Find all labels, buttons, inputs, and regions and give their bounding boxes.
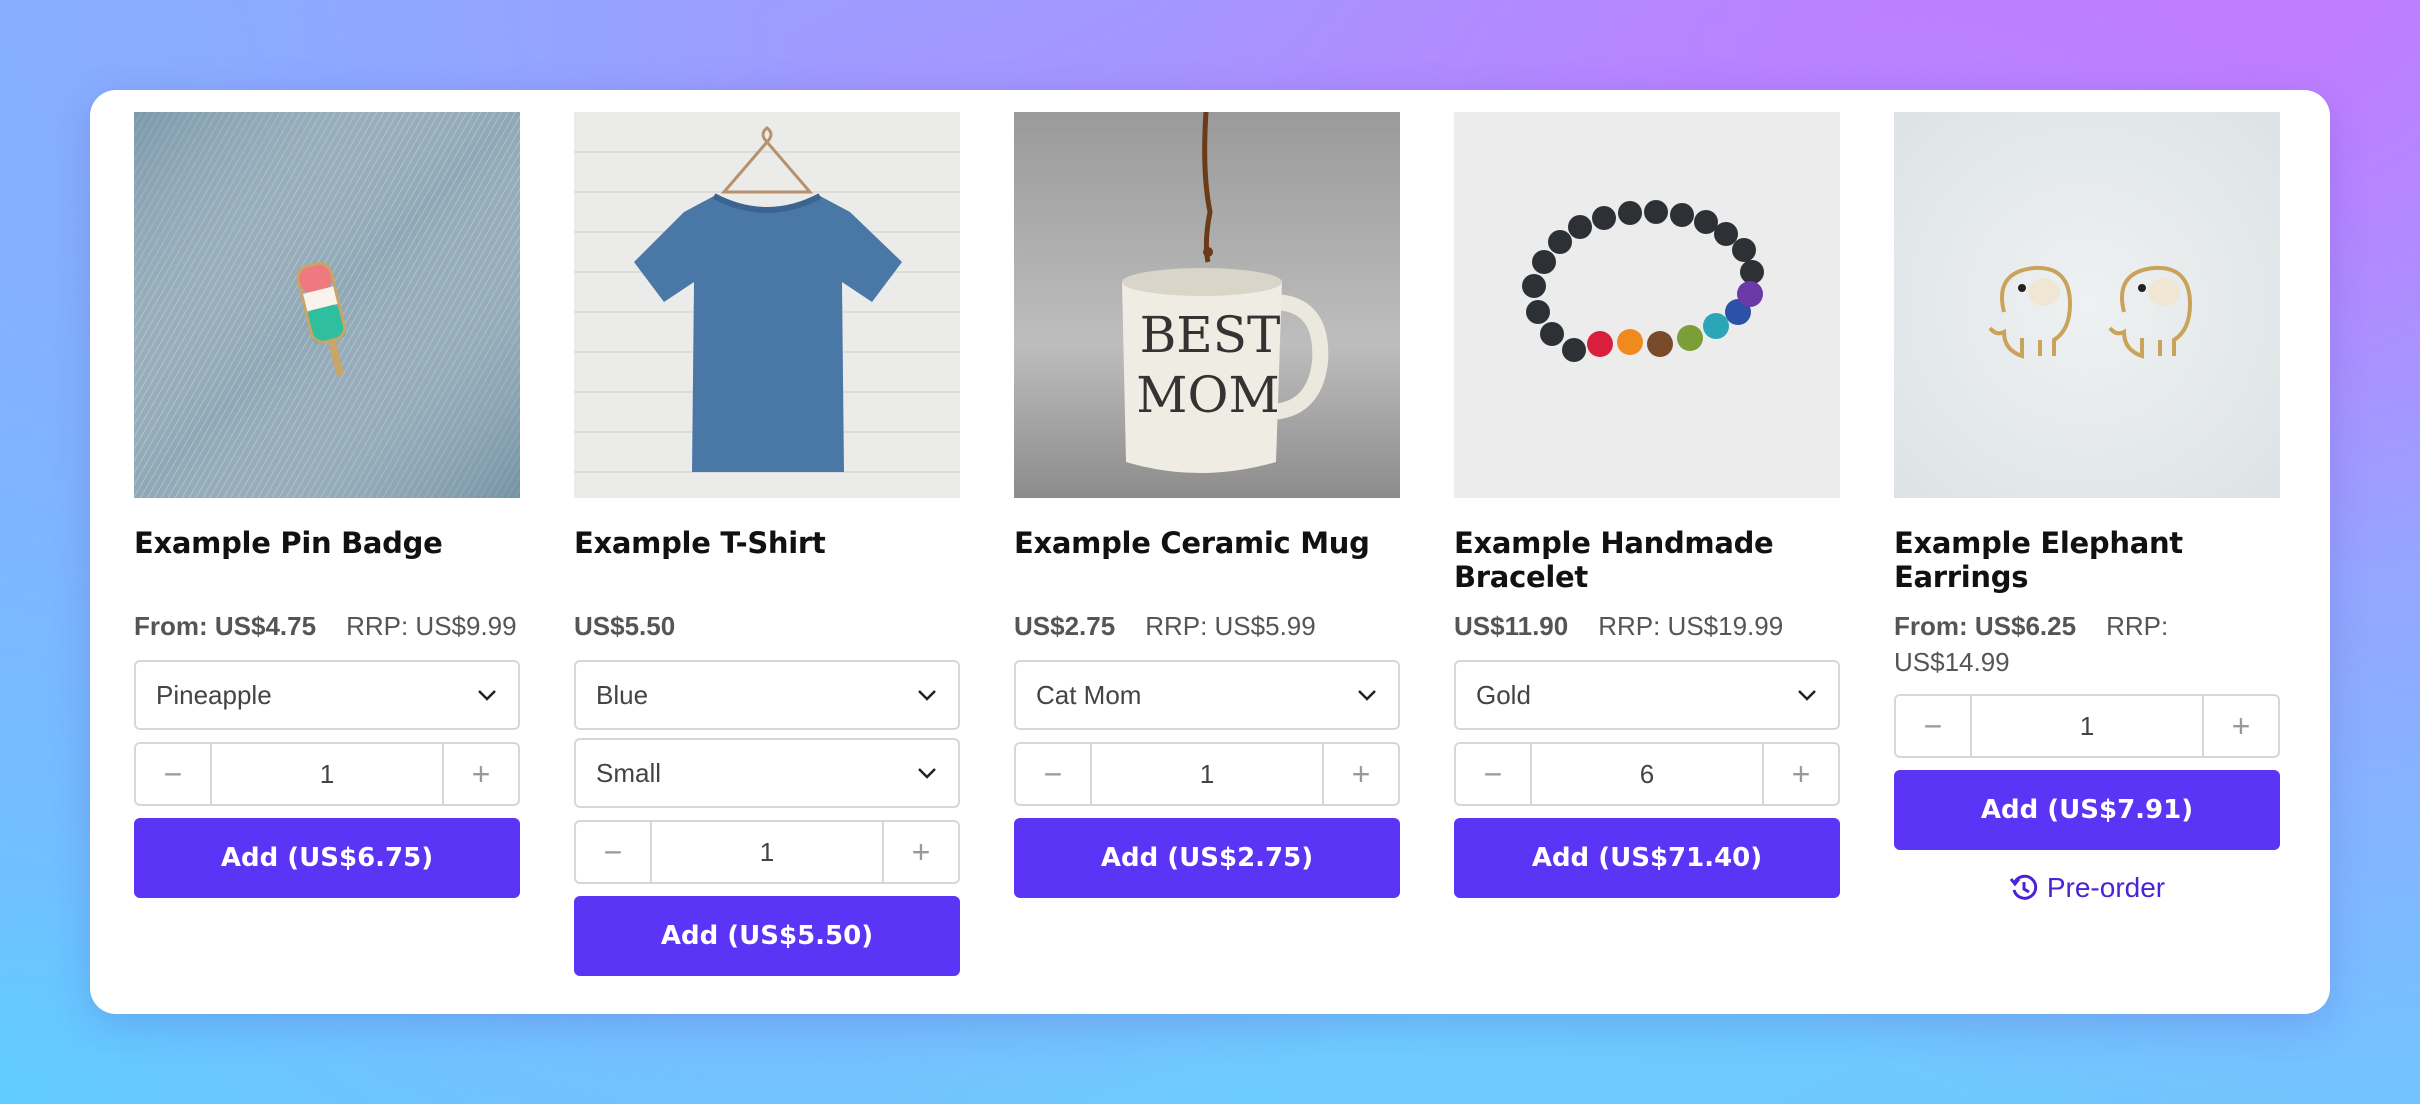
- product-card-ceramic-mug: BEST MOM Example Ceramic Mug US$2.75 RRP:…: [1014, 112, 1400, 898]
- price-row: From: US$6.25 RRP: US$14.99: [1894, 608, 2280, 680]
- mug-print-text: BEST: [1140, 306, 1281, 364]
- chevron-down-icon: [1798, 690, 1816, 701]
- variant-select[interactable]: Cat Mom: [1014, 660, 1400, 730]
- product-title[interactable]: Example Pin Badge: [134, 526, 520, 594]
- variant-select-value: Pineapple: [156, 679, 272, 710]
- product-rrp: RRP: US$9.99: [346, 611, 517, 641]
- variant-select-value: Cat Mom: [1036, 679, 1142, 710]
- increase-quantity-button[interactable]: +: [1324, 744, 1398, 804]
- product-card-handmade-bracelet: Example Handmade Bracelet US$11.90 RRP: U…: [1454, 112, 1840, 898]
- pre-order-label: Pre-order: [2046, 872, 2166, 903]
- add-to-cart-button[interactable]: Add (US$71.40): [1454, 818, 1840, 898]
- color-select-value: Blue: [596, 679, 649, 710]
- history-clock-icon: [2009, 874, 2038, 900]
- decrease-quantity-button[interactable]: −: [1896, 696, 1970, 756]
- product-card-t-shirt: Example T-Shirt US$5.50 Blue Small − 1 +…: [574, 112, 960, 976]
- quantity-input[interactable]: 6: [1530, 744, 1764, 804]
- variant-select-value: Gold: [1476, 679, 1531, 710]
- chevron-down-icon: [478, 690, 496, 701]
- product-image-elephant-earrings[interactable]: [1894, 112, 2280, 498]
- size-select-value: Small: [596, 757, 662, 788]
- chevron-down-icon: [1358, 690, 1376, 701]
- product-title[interactable]: Example Ceramic Mug: [1014, 526, 1400, 594]
- chevron-down-icon: [918, 690, 936, 701]
- quantity-input[interactable]: 1: [650, 822, 884, 882]
- product-image-ceramic-mug[interactable]: BEST MOM: [1014, 112, 1400, 498]
- quantity-input[interactable]: 1: [1090, 744, 1324, 804]
- add-to-cart-button[interactable]: Add (US$5.50): [574, 896, 960, 976]
- increase-quantity-button[interactable]: +: [2204, 696, 2278, 756]
- product-card-pin-badge: Example Pin Badge From: US$4.75 RRP: US$9…: [134, 112, 520, 898]
- product-image-t-shirt[interactable]: [574, 112, 960, 498]
- increase-quantity-button[interactable]: +: [444, 744, 518, 804]
- product-title[interactable]: Example Handmade Bracelet: [1454, 526, 1840, 594]
- decrease-quantity-button[interactable]: −: [1456, 744, 1530, 804]
- price-row: US$2.75 RRP: US$5.99: [1014, 608, 1400, 644]
- product-rrp: RRP: US$19.99: [1598, 611, 1784, 641]
- product-rrp: RRP: US$5.99: [1145, 611, 1316, 641]
- add-to-cart-button[interactable]: Add (US$7.91): [1894, 770, 2280, 850]
- quantity-input[interactable]: 1: [210, 744, 444, 804]
- product-price: US$11.90: [1454, 611, 1569, 641]
- decrease-quantity-button[interactable]: −: [576, 822, 650, 882]
- quantity-stepper: − 1 +: [574, 820, 960, 884]
- decrease-quantity-button[interactable]: −: [136, 744, 210, 804]
- product-title[interactable]: Example T-Shirt: [574, 526, 960, 594]
- product-price: US$2.75: [1014, 611, 1116, 641]
- variant-select[interactable]: Gold: [1454, 660, 1840, 730]
- product-price: From: US$6.25: [1894, 611, 2077, 641]
- product-price: From: US$4.75: [134, 611, 317, 641]
- price-row: US$5.50: [574, 608, 960, 644]
- product-card-elephant-earrings: Example Elephant Earrings From: US$6.25 R…: [1894, 112, 2280, 904]
- chevron-down-icon: [918, 768, 936, 779]
- mug-print-text: MOM: [1136, 366, 1279, 424]
- color-select[interactable]: Blue: [574, 660, 960, 730]
- product-image-pin-badge[interactable]: [134, 112, 520, 498]
- quantity-stepper: − 1 +: [1014, 742, 1400, 806]
- add-to-cart-button[interactable]: Add (US$2.75): [1014, 818, 1400, 898]
- variant-select[interactable]: Pineapple: [134, 660, 520, 730]
- product-image-handmade-bracelet[interactable]: [1454, 112, 1840, 498]
- price-row: From: US$4.75 RRP: US$9.99: [134, 608, 520, 644]
- product-price: US$5.50: [574, 611, 676, 641]
- quantity-stepper: − 1 +: [134, 742, 520, 806]
- product-grid-card: Example Pin Badge From: US$4.75 RRP: US$9…: [90, 90, 2330, 1014]
- product-rrp: RRP:: [2106, 611, 2169, 641]
- quantity-stepper: − 6 +: [1454, 742, 1840, 806]
- add-to-cart-button[interactable]: Add (US$6.75): [134, 818, 520, 898]
- pre-order-link[interactable]: Pre-order: [1894, 872, 2280, 904]
- quantity-stepper: − 1 +: [1894, 694, 2280, 758]
- increase-quantity-button[interactable]: +: [884, 822, 958, 882]
- product-title[interactable]: Example Elephant Earrings: [1894, 526, 2280, 594]
- size-select[interactable]: Small: [574, 738, 960, 808]
- quantity-input[interactable]: 1: [1970, 696, 2204, 756]
- price-row: US$11.90 RRP: US$19.99: [1454, 608, 1840, 644]
- product-rrp-value: US$14.99: [1894, 647, 2010, 677]
- decrease-quantity-button[interactable]: −: [1016, 744, 1090, 804]
- increase-quantity-button[interactable]: +: [1764, 744, 1838, 804]
